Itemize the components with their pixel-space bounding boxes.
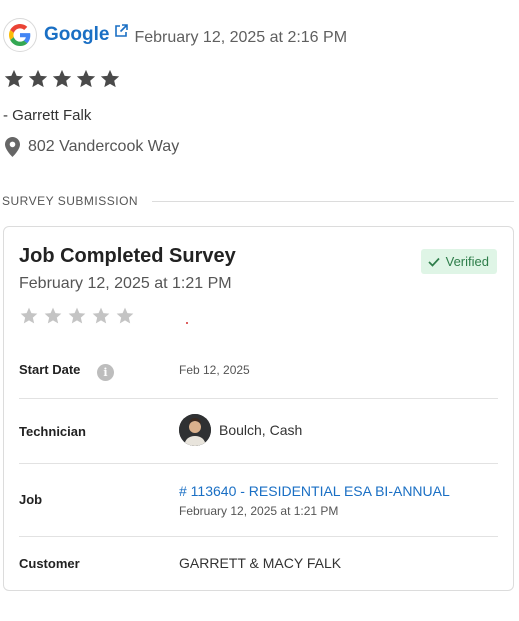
reviewer-name: - Garrett Falk	[3, 107, 92, 124]
section-label: SURVEY SUBMISSION	[2, 194, 139, 208]
review-date: February 12, 2025 at 2:16 PM	[134, 29, 348, 46]
check-icon	[428, 257, 440, 267]
field-label: Technician	[19, 424, 86, 439]
verified-badge: Verified	[420, 249, 497, 274]
star-icon[interactable]	[19, 306, 39, 326]
survey-date: February 12, 2025 at 1:21 PM	[19, 275, 232, 292]
address-text: 802 Vandercook Way	[28, 138, 180, 155]
star-icon[interactable]	[115, 306, 135, 326]
star-icon[interactable]	[91, 306, 111, 326]
customer-value: GARRETT & MACY FALK	[179, 555, 342, 571]
survey-rating[interactable]	[19, 306, 135, 326]
field-label: Start Date	[19, 362, 81, 377]
google-logo	[3, 18, 37, 52]
technician-value[interactable]: Boulch, Cash	[179, 414, 302, 446]
row-divider	[19, 536, 498, 537]
row-divider	[19, 463, 498, 464]
external-link-icon[interactable]	[114, 24, 129, 38]
job-link[interactable]: # 113640 - RESIDENTIAL ESA BI-ANNUAL	[179, 483, 450, 499]
field-label: Job	[19, 492, 43, 507]
star-icon	[28, 69, 48, 88]
map-pin-icon	[5, 137, 20, 157]
avatar	[179, 414, 211, 446]
review-address: 802 Vandercook Way	[5, 137, 179, 157]
star-icon	[52, 69, 72, 88]
star-icon	[4, 69, 24, 88]
job-date: February 12, 2025 at 1:21 PM	[179, 504, 339, 518]
marker-dot	[186, 322, 188, 324]
survey-title: Job Completed Survey	[19, 245, 236, 267]
star-icon	[76, 69, 96, 88]
survey-card: Job Completed Survey February 12, 2025 a…	[3, 226, 514, 591]
job-value: # 113640 - RESIDENTIAL ESA BI-ANNUAL Feb…	[179, 483, 450, 518]
section-header: SURVEY SUBMISSION	[2, 194, 514, 208]
review-source-row: Google February 12, 2025 at 2:16 PM	[3, 18, 347, 52]
field-value: Feb 12, 2025	[179, 363, 250, 377]
review-source-link[interactable]: Google	[44, 24, 109, 46]
star-icon[interactable]	[67, 306, 87, 326]
info-icon[interactable]: i	[97, 364, 114, 381]
star-icon	[100, 69, 120, 88]
review-rating	[3, 68, 121, 90]
star-icon[interactable]	[43, 306, 63, 326]
row-divider	[19, 398, 498, 399]
technician-name: Boulch, Cash	[219, 422, 303, 438]
section-divider	[152, 200, 514, 202]
verified-label: Verified	[445, 254, 489, 269]
field-label: Customer	[19, 556, 80, 571]
